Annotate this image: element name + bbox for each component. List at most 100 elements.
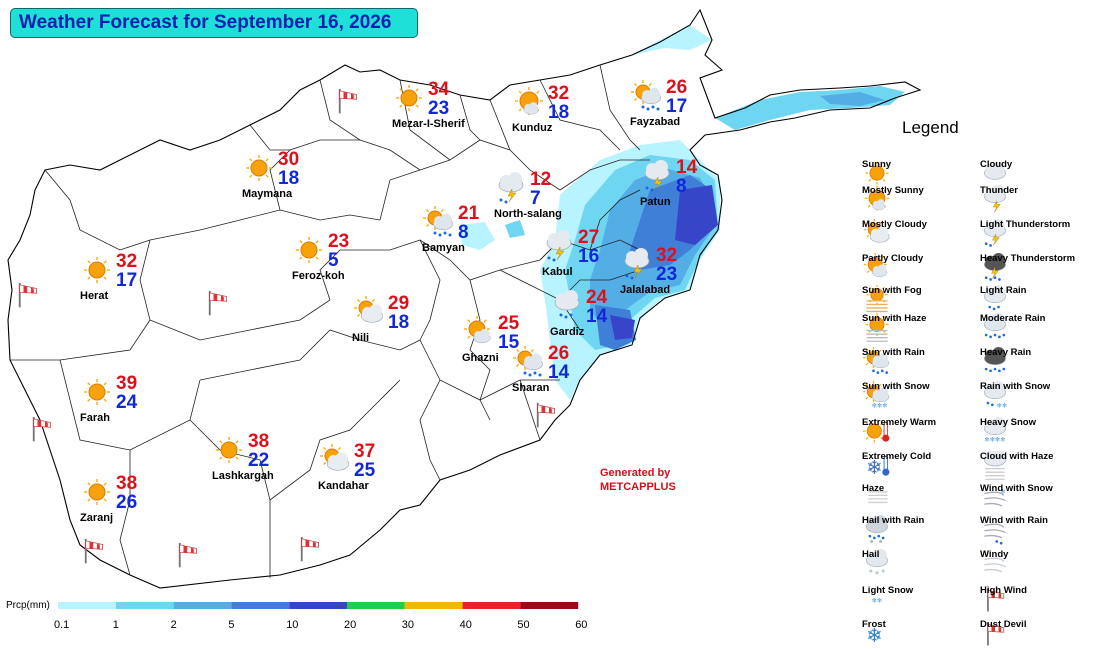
city-name: Farah [80, 412, 110, 424]
high-wind-icon [336, 86, 366, 120]
svg-text:✻: ✻ [877, 598, 882, 605]
city-name: Zaranj [80, 512, 114, 524]
page-title: Weather Forecast for September 16, 2026 [10, 8, 418, 38]
high-wind-icon [176, 540, 206, 574]
sunny-icon [212, 434, 246, 468]
high-temp: 26 [666, 77, 688, 98]
high-temp: 25 [498, 313, 520, 334]
generated-by: Generated by METCAPPLUS [600, 466, 676, 494]
legend-item-wind-with-snow: ✻ Wind with Snow [948, 474, 1100, 507]
high-temp: 34 [428, 79, 450, 100]
legend-label: Sun with Rain [862, 347, 925, 358]
generated-by-line2: METCAPPLUS [600, 481, 676, 493]
precip-scale-segment [520, 602, 579, 609]
legend-label: Light Snow [862, 585, 914, 596]
light-thunderstorm-icon [542, 230, 576, 264]
city-name: Kunduz [512, 122, 553, 134]
legend-label: Frost [862, 619, 886, 630]
legend-label: Moderate Rain [980, 313, 1046, 324]
low-temp: 18 [278, 168, 300, 189]
precip-scale-segment [404, 602, 463, 609]
sunny-icon [80, 376, 114, 410]
light-thunderstorm-icon [494, 172, 528, 206]
low-temp: 17 [666, 96, 688, 117]
partly-cloudy-icon [462, 316, 496, 350]
legend-item-high-wind: High Wind [948, 576, 1100, 612]
legend-label: Heavy Thunderstorm [980, 253, 1076, 264]
city-name: Mezar-I-Sherif [392, 118, 465, 130]
legend-item-thunder: Thunder [948, 176, 1100, 213]
legend-label: Wind with Rain [980, 515, 1048, 526]
legend-label: Sun with Haze [862, 313, 927, 324]
low-temp: 18 [548, 102, 570, 123]
sunny-icon [392, 82, 426, 116]
legend-label: Light Rain [980, 285, 1027, 296]
low-temp: 5 [328, 250, 339, 271]
low-temp: 16 [578, 246, 600, 267]
high-wind-icon [82, 536, 112, 570]
city-forecast-sharan: 26 14 Sharan [512, 344, 642, 406]
legend-label: Partly Cloudy [862, 253, 924, 264]
precip-scale-tick: 20 [344, 619, 357, 631]
city-forecast-feroz-koh: 23 5 Feroz-koh [292, 232, 422, 294]
legend-item-cloud-with-haze: Cloud with Haze [948, 442, 1100, 480]
legend-label: High Wind [980, 585, 1027, 596]
city-forecast-farah: 39 24 Farah [80, 373, 210, 436]
precip-scale-tick: 50 [517, 619, 530, 631]
legend-label: Windy [980, 549, 1009, 560]
sun-with-rain-icon [422, 206, 456, 240]
sun-with-rain-icon [630, 80, 664, 114]
legend-label: Hail [862, 549, 880, 560]
legend-item-light-thunderstorm: Light Thunderstorm [948, 210, 1100, 247]
precip-scale-tick: 0.1 [54, 619, 70, 631]
precip-scale-segment [173, 602, 232, 609]
precip-scale-tick: 5 [228, 619, 235, 631]
mostly-cloudy-icon [318, 444, 352, 478]
city-forecast-kandahar: 37 25 Kandahar [318, 442, 448, 504]
high-temp: 30 [278, 149, 300, 170]
legend-item-dust-devil: Dust Devil [948, 610, 1100, 646]
city-name: Nili [352, 332, 370, 344]
precip-scale-tick: 10 [286, 619, 299, 631]
low-temp: 26 [116, 492, 138, 513]
legend-label: Haze [862, 483, 885, 494]
city-name: Sharan [512, 382, 550, 394]
legend-label: Wind with Snow [980, 483, 1053, 494]
legend-label: Mostly Cloudy [862, 219, 927, 230]
city-name: Ghazni [462, 352, 499, 364]
low-temp: 23 [656, 264, 678, 285]
low-temp: 18 [388, 312, 410, 333]
city-name: Fayzabad [630, 116, 681, 128]
legend-label: Extremely Cold [862, 451, 932, 462]
high-wind-icon [534, 400, 564, 434]
generated-by-line1: Generated by [600, 467, 671, 479]
precip-scale-tick: 60 [575, 619, 588, 631]
high-temp: 27 [578, 227, 600, 248]
legend-item-heavy-snow: ✻ ✻ ✻ ✻ Heavy Snow [948, 408, 1100, 444]
legend-label: Rain with Snow [980, 381, 1051, 392]
high-wind-icon [16, 280, 46, 314]
legend-item-moderate-rain: Moderate Rain [948, 304, 1100, 339]
legend-label: Sun with Snow [862, 381, 930, 392]
high-temp: 21 [458, 203, 480, 224]
precip-color-scale [58, 602, 579, 609]
precip-scale-segment [347, 602, 405, 609]
mostly-cloudy-icon [352, 296, 386, 330]
sunny-icon [80, 254, 114, 288]
city-forecast-zaranj: 38 26 Zaranj [80, 473, 210, 536]
high-temp: 14 [676, 157, 698, 178]
high-temp: 38 [116, 473, 138, 494]
precip-scale-tick: 2 [170, 619, 177, 631]
high-temp: 32 [656, 245, 678, 266]
city-forecast-fayzabad: 26 17 Fayzabad [630, 77, 760, 140]
high-wind-icon [298, 534, 328, 568]
high-wind-icon [206, 288, 236, 322]
legend-label: Cloud with Haze [980, 451, 1054, 462]
high-temp: 39 [116, 373, 138, 394]
city-name: Lashkargah [212, 470, 274, 482]
legend-label: Light Thunderstorm [980, 219, 1071, 230]
sunny-icon [80, 476, 114, 510]
high-temp: 32 [116, 251, 138, 272]
city-name: Kandahar [318, 480, 369, 492]
precip-scale-label: Prcp(mm) [6, 600, 50, 611]
